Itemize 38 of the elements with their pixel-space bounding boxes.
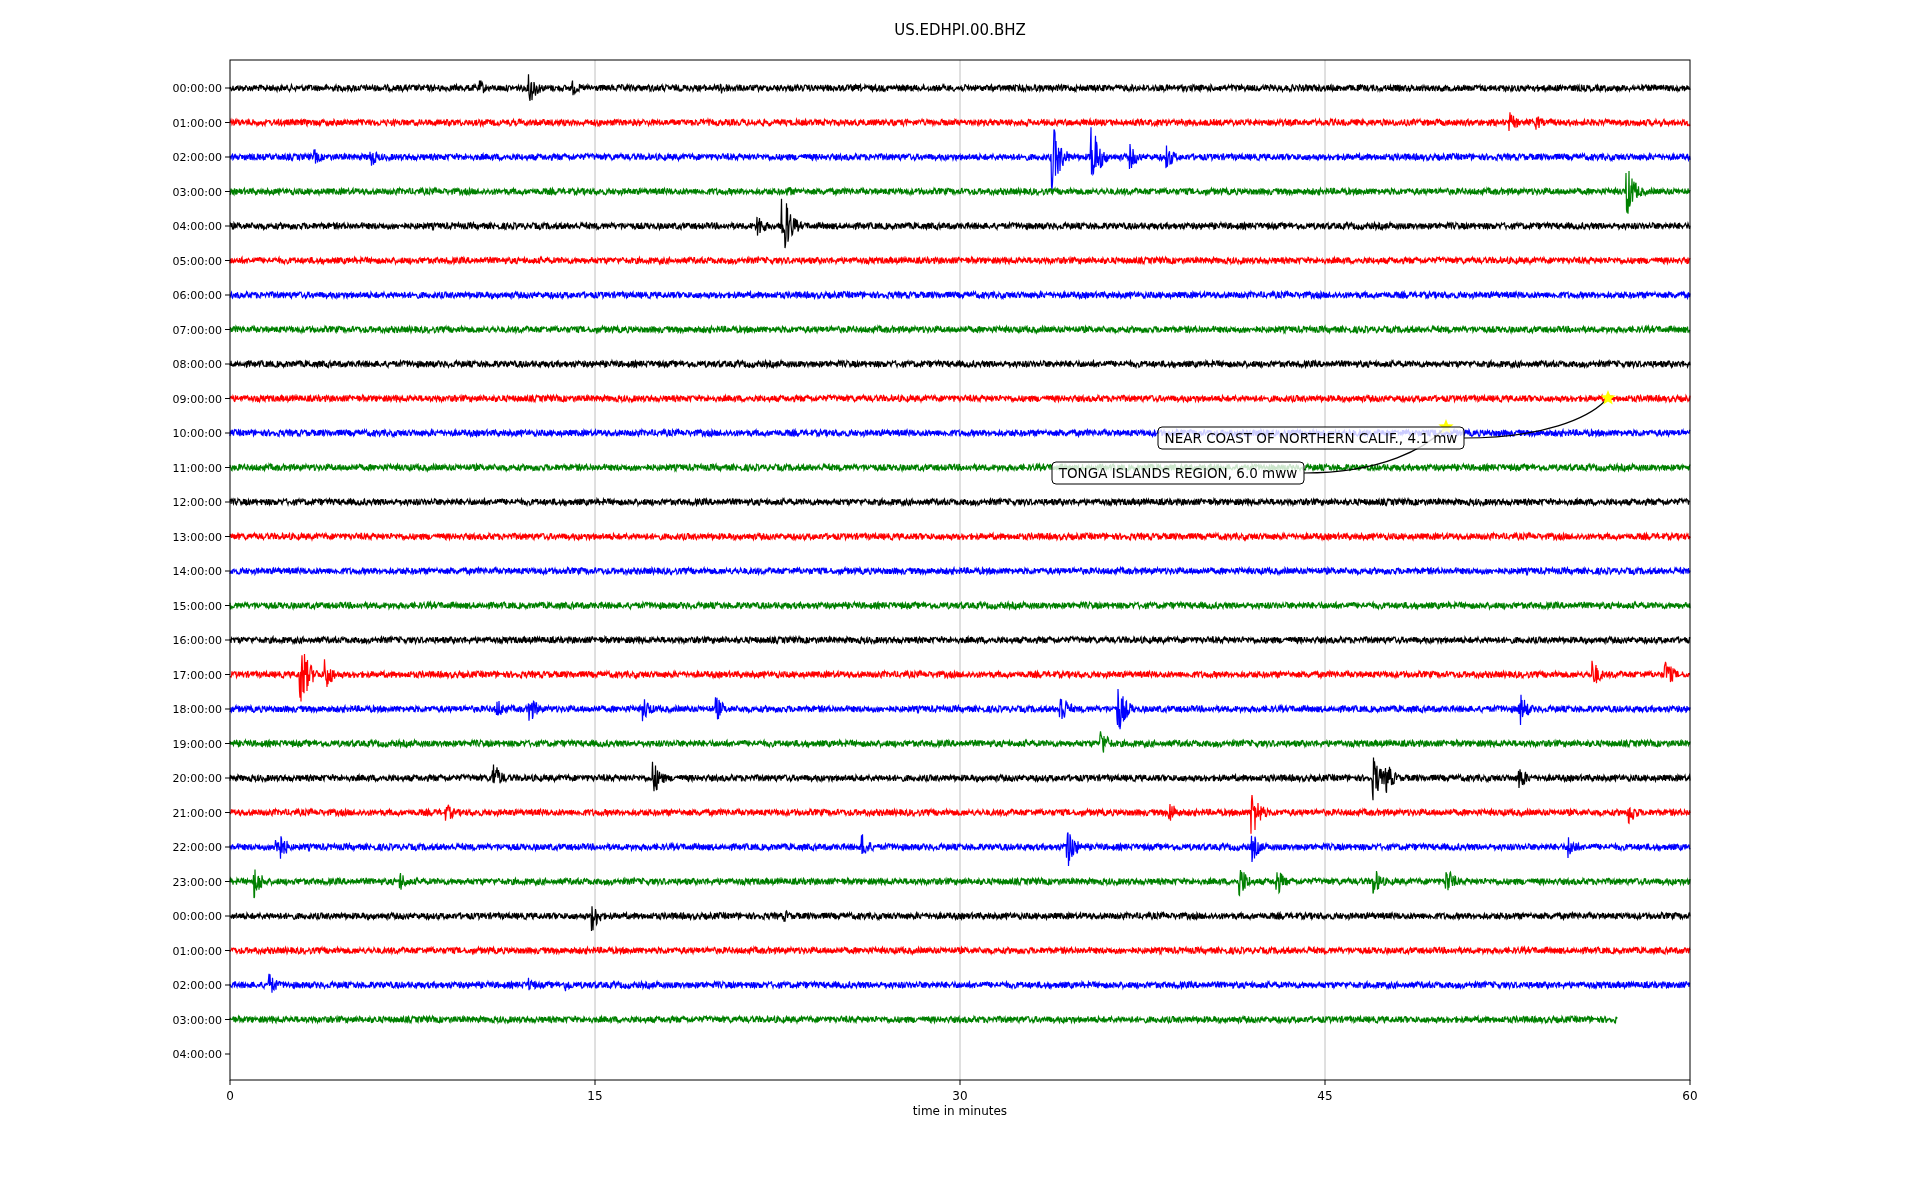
- time-label: 15:00:00: [172, 599, 222, 613]
- time-label: 02:00:00: [172, 151, 222, 164]
- tick-label: 0: [226, 1089, 234, 1103]
- time-label: 22:00:00: [172, 841, 222, 854]
- time-label: 04:00:00: [172, 220, 222, 233]
- time-label: 09:00:00: [172, 392, 222, 406]
- time-label: 23:00:00: [172, 875, 222, 889]
- time-label: 12:00:00: [172, 496, 222, 509]
- time-label: 06:00:00: [172, 289, 222, 302]
- time-label: 13:00:00: [172, 530, 222, 544]
- time-label: 01:00:00: [172, 944, 222, 958]
- time-label: 10:00:00: [172, 427, 222, 440]
- time-label: 00:00:00: [172, 82, 222, 95]
- event-label: NEAR COAST OF NORTHERN CALIF., 4.1 mw: [1157, 426, 1465, 450]
- tick-label: 15: [587, 1089, 603, 1103]
- tick-label: 45: [1317, 1089, 1333, 1103]
- time-label: 07:00:00: [172, 323, 222, 337]
- time-label: 04:00:00: [172, 1048, 222, 1061]
- time-label: 05:00:00: [172, 254, 222, 268]
- time-label: 19:00:00: [172, 737, 222, 751]
- time-label: 02:00:00: [172, 979, 222, 992]
- time-label: 11:00:00: [172, 461, 222, 475]
- time-label: 08:00:00: [172, 358, 222, 371]
- plot-title: US.EDHPI.00.BHZ: [894, 21, 1026, 39]
- time-label: 00:00:00: [172, 910, 222, 923]
- axis-label: time in minutes: [912, 1104, 1008, 1118]
- time-label: 18:00:00: [172, 703, 222, 716]
- time-label: 17:00:00: [172, 668, 222, 682]
- time-label: 03:00:00: [172, 185, 222, 199]
- tick-label: 60: [1682, 1089, 1698, 1103]
- time-label: 16:00:00: [172, 634, 222, 647]
- tick-label: 30: [952, 1089, 968, 1103]
- time-label: 01:00:00: [172, 116, 222, 130]
- time-label: 03:00:00: [172, 1013, 222, 1027]
- time-label: 21:00:00: [172, 806, 222, 820]
- time-label: 14:00:00: [172, 565, 222, 578]
- event-label: TONGA ISLANDS REGION, 6.0 mww: [1051, 461, 1305, 485]
- time-label: 20:00:00: [172, 772, 222, 785]
